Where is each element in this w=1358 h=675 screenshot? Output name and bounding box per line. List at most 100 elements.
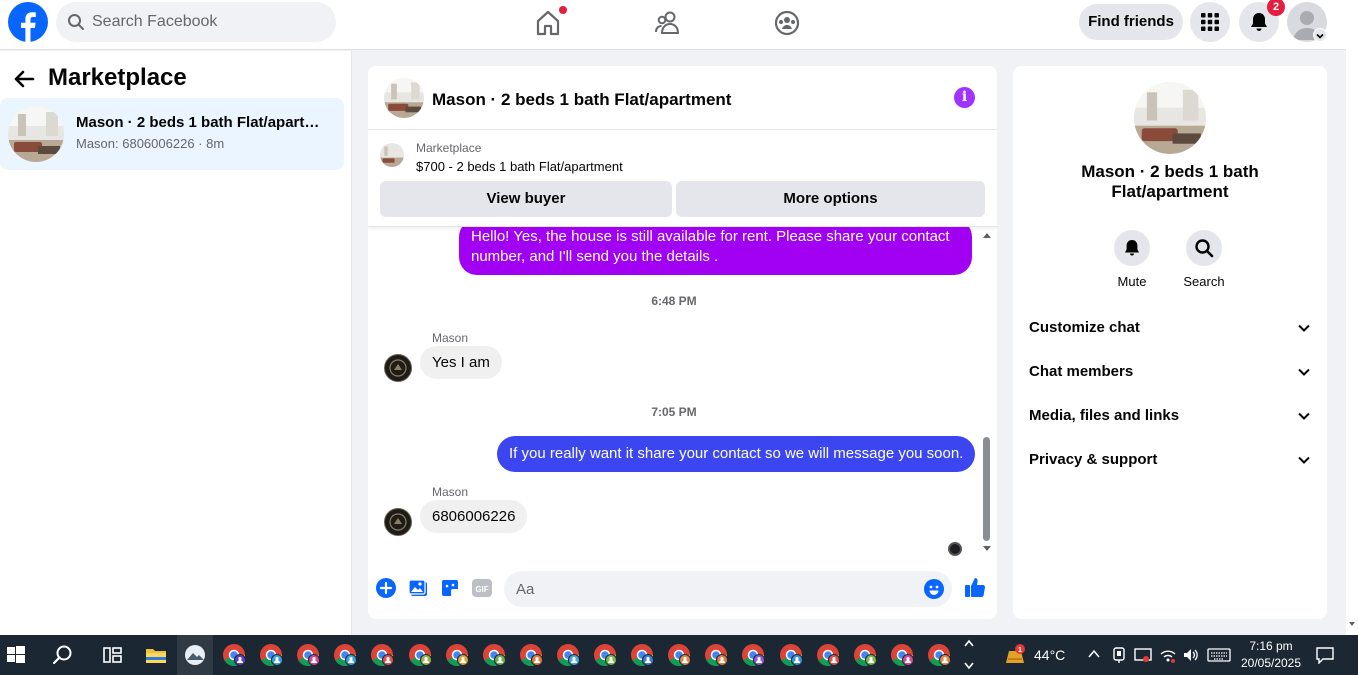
sender-name: Mason	[432, 331, 469, 345]
chrome-profile-icon[interactable]	[332, 642, 358, 668]
notifications-button[interactable]: 2	[1239, 0, 1285, 42]
search-in-conversation-button[interactable]: Search	[1174, 230, 1234, 289]
photos-app-icon[interactable]	[183, 643, 207, 667]
chrome-profile-icon[interactable]	[444, 642, 470, 668]
message-thread: Hello! Yes, the house is still available…	[368, 227, 997, 558]
mute-button[interactable]: Mute	[1102, 230, 1162, 289]
message-input-placeholder: Aa	[516, 581, 535, 598]
message-timestamp: 6:48 PM	[651, 294, 697, 308]
taskbar-search-icon[interactable]	[51, 643, 75, 667]
sender-avatar[interactable]	[384, 508, 412, 536]
taskbar-scroll-up-icon[interactable]	[963, 638, 975, 648]
system-clock[interactable]: 7:16 pm 20/05/2025	[1236, 638, 1306, 672]
chrome-profile-icon[interactable]	[481, 642, 507, 668]
search-icon	[68, 14, 84, 30]
scroll-up-arrow-icon[interactable]	[982, 231, 992, 239]
chrome-profile-icon[interactable]	[926, 642, 952, 668]
account-chevron-icon[interactable]	[1313, 28, 1327, 42]
menu-grid-button[interactable]	[1190, 2, 1230, 42]
volume-icon[interactable]	[1182, 646, 1200, 664]
groups-icon[interactable]	[772, 8, 802, 38]
chrome-profile-icon[interactable]	[555, 642, 581, 668]
listing-small-thumbnail	[380, 143, 404, 167]
chrome-profile-icon[interactable]	[778, 642, 804, 668]
listing-thumbnail	[8, 106, 64, 162]
chevron-down-icon	[1298, 368, 1310, 376]
svg-text:1: 1	[1018, 647, 1022, 654]
chrome-profile-icon[interactable]	[221, 642, 247, 668]
message-input[interactable]: Aa	[504, 571, 952, 607]
photo-icon[interactable]	[408, 578, 428, 598]
home-notification-dot	[559, 6, 567, 14]
mute-label: Mute	[1117, 274, 1147, 289]
media-files-links-section[interactable]: Media, files and links	[1029, 404, 1311, 428]
chrome-profile-icon[interactable]	[518, 642, 544, 668]
chat-members-section[interactable]: Chat members	[1029, 360, 1311, 384]
gif-icon[interactable]: GIF	[472, 578, 492, 598]
info-icon[interactable]: i	[954, 87, 975, 108]
file-explorer-icon[interactable]	[144, 643, 168, 667]
conversation-title: Mason · 2 beds 1 bath Flat/apartm...	[76, 114, 328, 131]
wifi-icon[interactable]	[1159, 646, 1177, 664]
meet-now-icon[interactable]	[1111, 646, 1127, 664]
chrome-profile-icon[interactable]	[740, 642, 766, 668]
friends-icon[interactable]	[653, 8, 683, 38]
sender-avatar[interactable]	[384, 354, 412, 382]
chat-listing-thumbnail[interactable]	[384, 78, 424, 118]
more-options-button[interactable]: More options	[676, 181, 985, 217]
chevron-down-icon	[1298, 412, 1310, 420]
clock-time: 7:16 pm	[1249, 639, 1293, 653]
chevron-down-icon	[1298, 324, 1310, 332]
conversation-list-item[interactable]: Mason · 2 beds 1 bath Flat/apartm... Mas…	[0, 98, 344, 170]
conversation-preview: Mason: 6806006226 · 8m	[76, 136, 225, 151]
chrome-profile-icon[interactable]	[815, 642, 841, 668]
emoji-icon[interactable]	[924, 579, 944, 599]
facebook-logo-icon[interactable]	[8, 2, 48, 42]
message-scrollbar[interactable]	[980, 227, 994, 558]
plus-circle-icon[interactable]	[376, 578, 396, 598]
chrome-profile-icon[interactable]	[703, 642, 729, 668]
hidden-icons-chevron-icon[interactable]	[1087, 648, 1101, 660]
chrome-profile-icon[interactable]	[852, 642, 878, 668]
notification-center-icon[interactable]	[1315, 646, 1335, 664]
listing-source-label: Marketplace	[416, 141, 482, 155]
bell-icon	[1251, 13, 1267, 31]
back-arrow-icon[interactable]	[12, 67, 36, 91]
page-scrollbar[interactable]	[1346, 0, 1358, 635]
notification-count-badge: 2	[1267, 0, 1285, 16]
sticker-icon[interactable]	[440, 578, 460, 598]
thumbs-up-icon[interactable]	[964, 576, 986, 598]
sender-name: Mason	[432, 485, 469, 499]
chrome-profile-icon[interactable]	[629, 642, 655, 668]
taskbar-scroll-down-icon[interactable]	[963, 661, 975, 671]
listing-price-title[interactable]: $700 - 2 beds 1 bath Flat/apartment	[416, 159, 623, 174]
search-input[interactable]: Search Facebook	[56, 2, 336, 42]
weather-temperature[interactable]: 44°C	[1034, 647, 1065, 663]
keyboard-icon[interactable]	[1207, 647, 1231, 663]
incoming-message: Yes I am	[420, 346, 502, 379]
chrome-profile-icon[interactable]	[258, 642, 284, 668]
find-friends-button[interactable]: Find friends	[1079, 4, 1183, 40]
chrome-profile-icon[interactable]	[369, 642, 395, 668]
view-buyer-button[interactable]: View buyer	[380, 181, 672, 217]
chat-title[interactable]: Mason · 2 beds 1 bath Flat/apartment	[432, 90, 731, 110]
privacy-support-section[interactable]: Privacy & support	[1029, 448, 1311, 472]
chrome-profile-icon[interactable]	[889, 642, 915, 668]
home-icon[interactable]	[533, 6, 567, 38]
scrollbar-thumb[interactable]	[983, 437, 990, 541]
chrome-profile-icon[interactable]	[666, 642, 692, 668]
message-composer: GIF Aa	[368, 558, 997, 619]
search-placeholder: Search Facebook	[92, 13, 218, 30]
message-timestamp: 7:05 PM	[651, 405, 697, 419]
chrome-profile-icon[interactable]	[295, 642, 321, 668]
outgoing-message: Hello! Yes, the house is still available…	[459, 227, 972, 275]
windows-taskbar: 1 44°C 7:16 pm 20/05/2025	[0, 635, 1358, 675]
scroll-down-arrow-icon[interactable]	[982, 545, 992, 553]
chrome-profile-icon[interactable]	[407, 642, 433, 668]
customize-chat-section[interactable]: Customize chat	[1029, 316, 1311, 340]
windows-start-icon[interactable]	[4, 643, 28, 667]
chrome-profile-icon[interactable]	[592, 642, 618, 668]
display-record-icon[interactable]	[1134, 646, 1152, 664]
weather-icon[interactable]: 1	[1002, 643, 1028, 667]
task-view-icon[interactable]	[100, 643, 124, 667]
